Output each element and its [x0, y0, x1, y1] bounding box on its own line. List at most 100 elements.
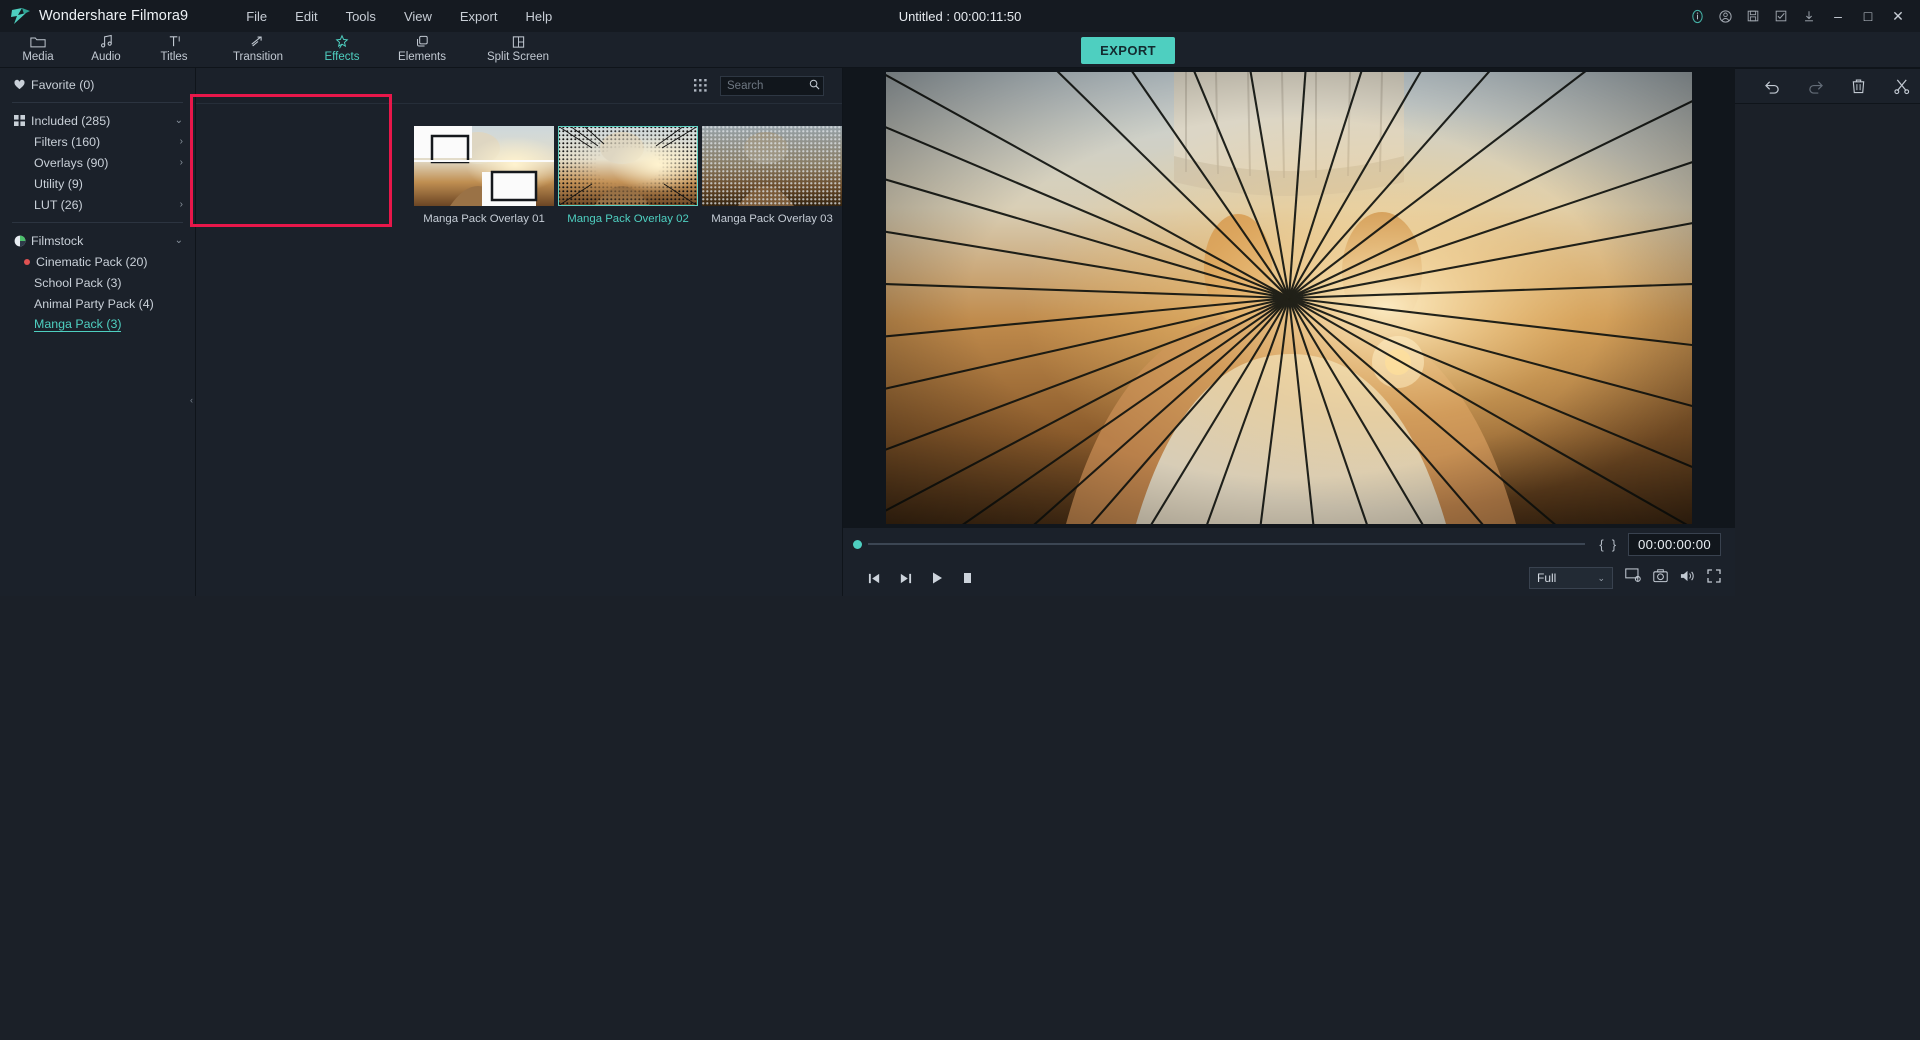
- sidebar-item-overlays[interactable]: Overlays (90) ›: [0, 152, 195, 173]
- split-screen-icon: [511, 33, 526, 50]
- menu-tools[interactable]: Tools: [332, 5, 390, 28]
- tab-audio-label: Audio: [91, 51, 121, 63]
- play-icon[interactable]: [921, 566, 952, 590]
- annotation-selected-effect: [190, 94, 392, 227]
- tab-split-screen[interactable]: Split Screen: [468, 32, 568, 68]
- video-preview-area[interactable]: [843, 68, 1735, 528]
- effect-name-label: Manga Pack Overlay 02: [567, 213, 689, 225]
- maximize-button[interactable]: □: [1854, 3, 1882, 29]
- undo-icon[interactable]: [1751, 71, 1794, 101]
- effects-grid: Manga Pack Overlay 01 Manga Pack Overlay…: [190, 94, 842, 227]
- text-icon: [167, 33, 182, 50]
- menu-help[interactable]: Help: [511, 5, 566, 28]
- tab-titles-label: Titles: [160, 51, 188, 63]
- menu-file[interactable]: File: [232, 5, 281, 28]
- sidebar-item-filters[interactable]: Filters (160) ›: [0, 131, 195, 152]
- layers-icon: [415, 33, 430, 50]
- menu-export[interactable]: Export: [446, 5, 512, 28]
- delete-icon[interactable]: [1837, 71, 1880, 101]
- sidebar-item-favorite[interactable]: Favorite (0): [0, 74, 195, 95]
- sidebar-included-label: Included (285): [31, 113, 111, 128]
- chevron-right-icon: ›: [179, 199, 183, 210]
- tasks-icon[interactable]: [1768, 3, 1794, 29]
- effects-sidebar: Favorite (0) Included (285) ⌄ Filters (1…: [0, 68, 196, 596]
- mark-out-button[interactable]: }: [1608, 537, 1620, 552]
- effect-thumbnail: [702, 126, 842, 206]
- tab-elements[interactable]: Elements: [376, 32, 468, 68]
- tab-elements-label: Elements: [398, 51, 446, 63]
- sidebar-item-utility[interactable]: Utility (9): [0, 173, 195, 194]
- preview-timecode[interactable]: 00:00:00:00: [1628, 532, 1721, 556]
- stop-icon[interactable]: [952, 566, 983, 590]
- preview-panel: { } 00:00:00:00 Full ⌄: [843, 68, 1735, 596]
- app-logo-icon: [10, 6, 32, 26]
- sidebar-filters-label: Filters (160): [34, 134, 101, 149]
- step-backward-icon[interactable]: [859, 566, 890, 590]
- effect-item-manga-overlay-02[interactable]: Manga Pack Overlay 02: [558, 126, 698, 225]
- sidebar-item-lut[interactable]: LUT (26) ›: [0, 194, 195, 215]
- effect-item-manga-overlay-03[interactable]: Manga Pack Overlay 03: [702, 126, 842, 225]
- sidebar-item-school-pack[interactable]: School Pack (3): [0, 272, 195, 293]
- scissors-icon[interactable]: [1880, 71, 1920, 101]
- effect-name-label: Manga Pack Overlay 03: [711, 213, 833, 225]
- search-box[interactable]: [720, 75, 824, 96]
- star-effects-icon: [334, 33, 350, 50]
- fullscreen-icon[interactable]: [1707, 568, 1721, 588]
- preview-quality-select[interactable]: Full ⌄: [1529, 567, 1613, 589]
- menu-bar: File Edit Tools View Export Help: [232, 5, 566, 28]
- search-input[interactable]: [727, 79, 809, 92]
- sidebar-collapse-handle[interactable]: ‹: [187, 386, 196, 414]
- tab-effects-label: Effects: [324, 51, 360, 63]
- timeline-toolbar: [1735, 68, 1920, 104]
- sidebar-filmstock-label: Filmstock: [31, 233, 84, 248]
- search-icon[interactable]: [809, 77, 820, 95]
- tab-transition[interactable]: Transition: [208, 32, 308, 68]
- mark-in-button[interactable]: {: [1595, 537, 1607, 552]
- sidebar-item-included[interactable]: Included (285) ⌄: [0, 110, 195, 131]
- menu-edit[interactable]: Edit: [281, 5, 331, 28]
- filmstock-icon: [14, 235, 29, 247]
- export-button[interactable]: EXPORT: [1081, 37, 1175, 64]
- main-area: Favorite (0) Included (285) ⌄ Filters (1…: [0, 68, 1920, 1040]
- tab-split-screen-label: Split Screen: [486, 51, 549, 63]
- step-forward-icon[interactable]: [890, 566, 921, 590]
- app-brand-label: Wondershare Filmora9: [39, 8, 189, 24]
- tab-audio[interactable]: Audio: [72, 32, 140, 68]
- title-bar: Wondershare Filmora9 File Edit Tools Vie…: [0, 0, 1920, 32]
- close-button[interactable]: ✕: [1884, 3, 1912, 29]
- tab-titles[interactable]: Titles: [140, 32, 208, 68]
- account-icon[interactable]: [1712, 3, 1738, 29]
- sidebar-item-manga-pack[interactable]: Manga Pack (3): [0, 314, 195, 335]
- tab-effects[interactable]: Effects: [308, 32, 376, 68]
- sidebar-item-filmstock[interactable]: Filmstock ⌄: [0, 230, 195, 251]
- preview-playhead-handle[interactable]: [853, 539, 862, 549]
- effect-item-manga-overlay-01[interactable]: Manga Pack Overlay 01: [414, 126, 554, 225]
- screen-settings-icon[interactable]: [1625, 568, 1641, 588]
- effects-browser-panel: Manga Pack Overlay 01: [190, 68, 843, 596]
- sidebar-item-cinematic-pack[interactable]: Cinematic Pack (20): [0, 251, 195, 272]
- heart-icon: [14, 79, 29, 90]
- sidebar-utility-label: Utility (9): [34, 176, 83, 191]
- info-icon[interactable]: [1684, 3, 1710, 29]
- download-icon[interactable]: [1796, 3, 1822, 29]
- preview-scrub-bar[interactable]: { } 00:00:00:00: [843, 528, 1735, 560]
- upper-section: Favorite (0) Included (285) ⌄ Filters (1…: [0, 68, 1735, 596]
- preview-quality-value: Full: [1537, 571, 1557, 585]
- window-controls: – □ ✕: [1684, 3, 1920, 29]
- chevron-down-icon: ⌄: [1597, 572, 1605, 583]
- minimize-button[interactable]: –: [1824, 3, 1852, 29]
- sidebar-divider-2: [12, 222, 183, 223]
- preview-progress-track[interactable]: [868, 543, 1586, 545]
- sidebar-animal-party-pack-label: Animal Party Pack (4): [34, 296, 154, 311]
- redo-icon[interactable]: [1794, 71, 1837, 101]
- grid-dots-icon[interactable]: [694, 79, 707, 92]
- snapshot-icon[interactable]: [1653, 568, 1668, 588]
- volume-icon[interactable]: [1680, 569, 1695, 588]
- effects-panel-toolbar: [196, 68, 842, 104]
- chevron-right-icon: ›: [179, 136, 183, 147]
- menu-view[interactable]: View: [390, 5, 446, 28]
- sidebar-divider-1: [12, 102, 183, 103]
- tab-media[interactable]: Media: [4, 32, 72, 68]
- save-icon[interactable]: [1740, 3, 1766, 29]
- sidebar-item-animal-party-pack[interactable]: Animal Party Pack (4): [0, 293, 195, 314]
